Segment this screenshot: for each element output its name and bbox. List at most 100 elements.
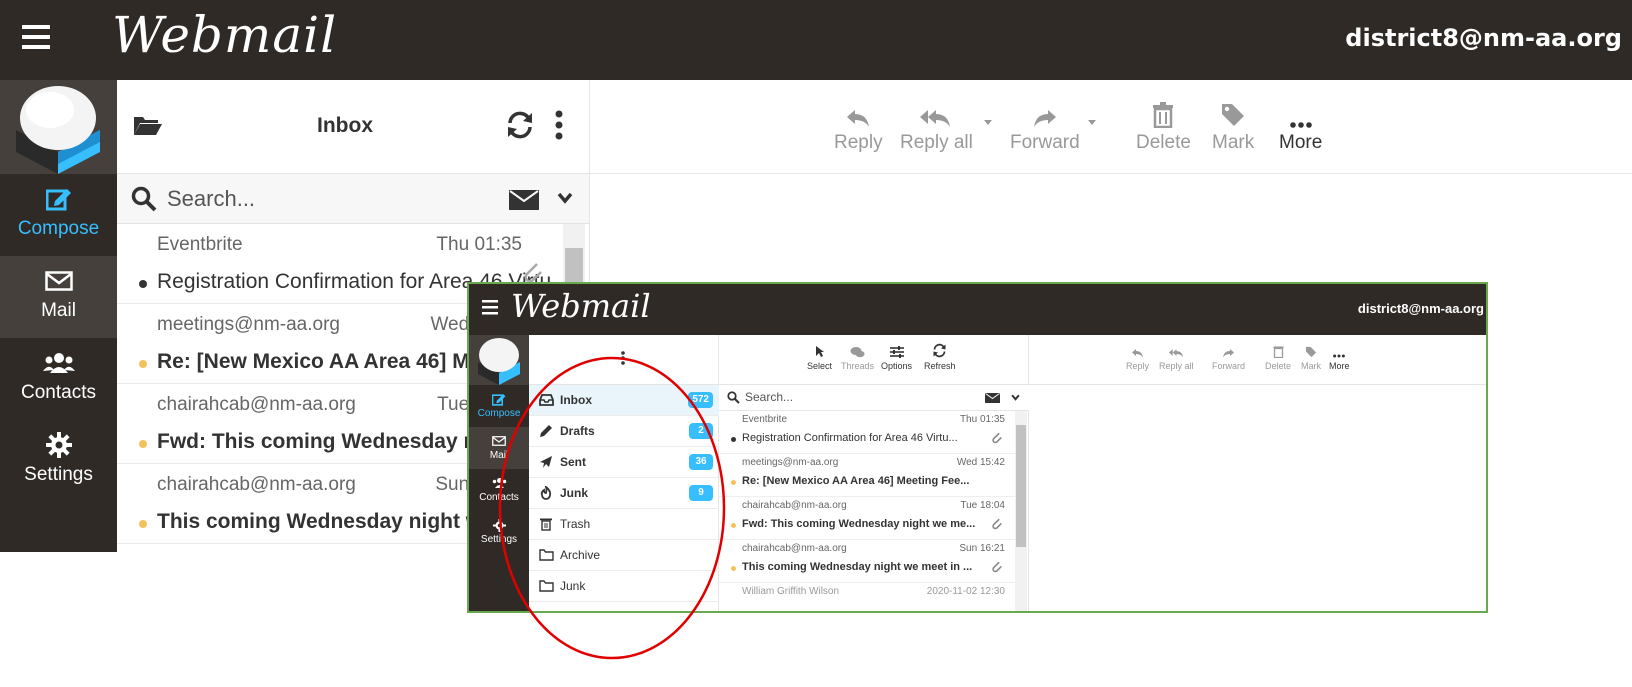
search-bar[interactable]: Search... (117, 174, 590, 224)
folder-junk-subfolder[interactable]: Junk (529, 571, 719, 602)
folder-trash[interactable]: Trash (529, 509, 719, 540)
refresh-button[interactable]: Refresh (924, 339, 956, 371)
compose-icon (489, 391, 509, 407)
refresh-icon (924, 339, 956, 361)
account-email[interactable]: district8@nm-aa.org (1345, 24, 1622, 52)
message-from: meetings@nm-aa.org (742, 457, 839, 468)
nav-compose[interactable]: Compose (469, 385, 529, 427)
message-subject: Re: [New Mexico AA Area 46] Meeting Fee.… (742, 475, 970, 487)
more-vertical-icon[interactable] (555, 110, 563, 140)
more-button[interactable]: More (1279, 92, 1322, 154)
attachment-icon (991, 517, 1003, 531)
envelope-filter-icon[interactable] (509, 190, 539, 210)
folder-title: Inbox (317, 114, 373, 137)
message-subject: Fwd: This coming Wednesday night we me..… (742, 518, 976, 530)
nav-mail[interactable]: Mail (0, 256, 117, 338)
message-row[interactable]: chairahcab@nm-aa.org Sun 16:21 This comi… (719, 540, 1015, 583)
forward-dropdown-icon[interactable] (1088, 120, 1096, 125)
reply-all-button[interactable]: Reply all (1159, 339, 1194, 371)
menu-icon[interactable] (482, 300, 498, 315)
folder-inbox[interactable]: Inbox 572 (529, 385, 719, 416)
reply-all-dropdown-icon[interactable] (984, 120, 992, 125)
message-date: Wed 15:42 (956, 457, 1005, 468)
tag-icon (1212, 92, 1254, 132)
unread-dot (139, 360, 147, 368)
read-dot (139, 280, 147, 288)
refresh-icon[interactable] (505, 110, 535, 140)
scrollbar-thumb[interactable] (1016, 425, 1026, 547)
message-row[interactable]: William Griffith Wilson 2020-11-02 12:30 (719, 583, 1015, 611)
folder-open-icon[interactable] (133, 114, 163, 136)
message-from: Eventbrite (742, 414, 788, 425)
contacts-icon (41, 348, 77, 378)
nav-settings[interactable]: Settings (0, 420, 117, 502)
trash-icon (538, 517, 554, 531)
nav-contacts-label: Contacts (21, 382, 96, 403)
inbox-icon (538, 393, 554, 407)
message-row[interactable]: meetings@nm-aa.org Wed 15:42 Re: [New Me… (719, 454, 1015, 497)
folder-header: Inbox (117, 80, 590, 174)
reply-button[interactable]: Reply (834, 92, 883, 154)
message-from: Eventbrite (157, 234, 243, 255)
mark-button[interactable]: Mark (1212, 92, 1254, 154)
message-date: Tue 18:04 (960, 500, 1005, 511)
folder-label: Inbox (560, 393, 592, 407)
search-input[interactable]: Search... (167, 186, 255, 212)
app-logo-text: Webmail (112, 6, 338, 64)
reply-button[interactable]: Reply (1126, 339, 1149, 371)
folder-sent[interactable]: Sent 36 (529, 447, 719, 478)
folder-archive[interactable]: Archive (529, 540, 719, 571)
forward-label: Forward (1010, 132, 1080, 153)
more-button[interactable]: More (1329, 339, 1350, 371)
nav-mail[interactable]: Mail (469, 427, 529, 469)
forward-button[interactable]: Forward (1212, 339, 1245, 371)
envelope-filter-icon[interactable] (985, 393, 1000, 403)
folder-drafts[interactable]: Drafts 2 (529, 416, 719, 447)
message-row[interactable]: chairahcab@nm-aa.org Tue 18:04 Fwd: This… (719, 497, 1015, 540)
nav-compose[interactable]: Compose (0, 174, 117, 256)
threads-label: Threads (841, 361, 875, 371)
message-subject: This coming Wednesday night we meet in .… (742, 561, 973, 573)
comments-icon (841, 339, 874, 361)
options-button[interactable]: Options (881, 339, 912, 371)
delete-button[interactable]: Delete (1265, 339, 1291, 371)
forward-button[interactable]: Forward (1010, 92, 1080, 154)
inset-message-toolbar: Reply Reply all Forward Delete Mark More (1029, 335, 1486, 385)
more-label: More (1279, 132, 1323, 153)
unread-dot (731, 566, 736, 571)
threads-button[interactable]: Threads (841, 339, 874, 371)
folder-junk[interactable]: Junk 9 (529, 478, 719, 509)
compose-icon (41, 184, 77, 214)
inset-search-bar[interactable]: Search... (719, 385, 1029, 411)
message-date: Thu 01:35 (959, 414, 1005, 425)
menu-icon[interactable] (22, 24, 50, 50)
unread-dot (139, 440, 147, 448)
nav-settings[interactable]: Settings (469, 511, 529, 553)
delete-button[interactable]: Delete (1136, 92, 1191, 154)
chevron-down-icon[interactable] (557, 192, 573, 204)
inset-account-email[interactable]: district8@nm-aa.org (1358, 301, 1484, 316)
unread-count-badge: 572 (688, 392, 713, 408)
search-input[interactable]: Search... (745, 390, 793, 404)
reply-all-button[interactable]: Reply all (900, 92, 973, 154)
list-toolbar: Select Threads Options Refresh (719, 335, 1029, 385)
inset-left-navigation: Compose Mail Contacts Settings (469, 335, 529, 611)
nav-mail-label: Mail (489, 450, 509, 461)
nav-contacts[interactable]: Contacts (0, 338, 117, 420)
envelope-icon (41, 266, 77, 296)
message-date: Sun 16:21 (959, 543, 1005, 554)
reply-all-label: Reply all (900, 132, 973, 153)
message-subject: Registration Confirmation for Area 46 Vi… (742, 432, 958, 444)
folder-label: Drafts (560, 424, 595, 438)
reply-all-icon (1159, 339, 1194, 361)
nav-mail-label: Mail (41, 300, 76, 321)
message-row[interactable]: Eventbrite Thu 01:35 Registration Confir… (719, 411, 1015, 454)
inset-scrollbar[interactable] (1015, 411, 1027, 611)
reply-label: Reply (834, 132, 883, 153)
mark-button[interactable]: Mark (1301, 339, 1321, 371)
nav-contacts[interactable]: Contacts (469, 469, 529, 511)
envelope-icon (489, 433, 509, 449)
select-button[interactable]: Select (807, 339, 832, 371)
folder-menu-icon[interactable] (621, 351, 625, 365)
chevron-down-icon[interactable] (1011, 394, 1020, 401)
